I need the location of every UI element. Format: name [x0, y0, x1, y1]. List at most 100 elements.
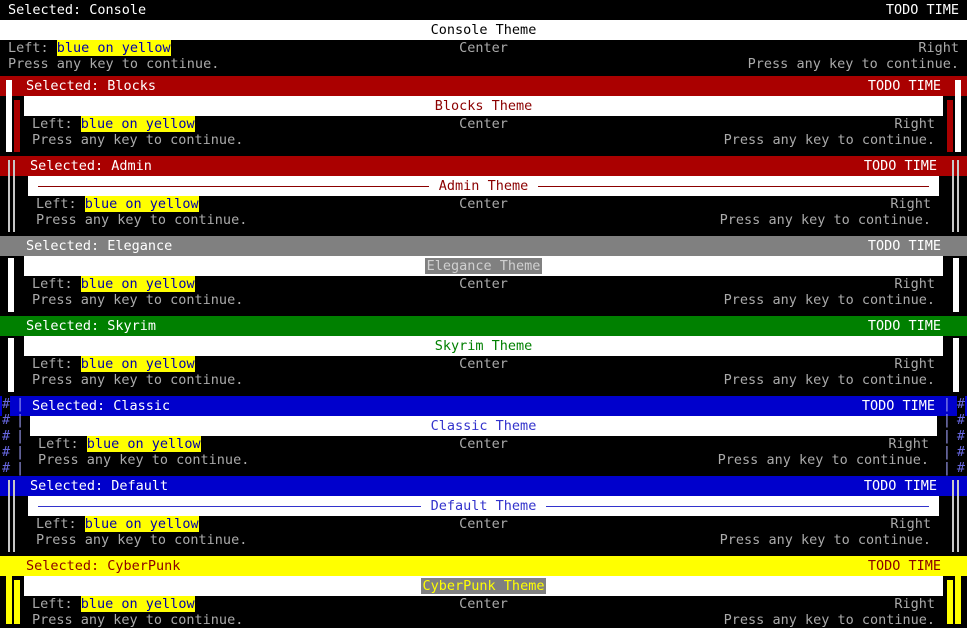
panel-body-console: Left: blue on yellow Center Right Press any…: [0, 40, 967, 76]
panel-border-left: [6, 80, 12, 152]
selected-theme-label: Selected: Admin: [30, 158, 152, 174]
panel-title-skyrim: Skyrim Theme: [432, 338, 535, 354]
panel-header-admin: Selected: Admin TODO TIME: [22, 156, 945, 176]
panel-border-right: [955, 560, 961, 624]
panel-row-labels: Left: blue on yellow Center Right: [8, 40, 959, 56]
panel-title-cyberpunk: CyberPunk Theme: [420, 578, 547, 594]
continue-left: Press any key to continue.: [36, 212, 248, 228]
title-rule-right: [538, 186, 929, 187]
label-right: Right: [918, 40, 959, 56]
panel-row-labels: Left: blue on yellow Center Right: [32, 116, 935, 132]
panel-border-right-2: [952, 160, 954, 232]
panel-header-classic: Selected: Classic TODO TIME: [24, 396, 943, 416]
panel-border-left: [8, 258, 14, 312]
theme-panel-blocks: Selected: Blocks TODO TIME Blocks Theme Lef…: [0, 76, 967, 156]
continue-left: Press any key to continue.: [32, 612, 244, 628]
label-center: Center: [459, 516, 508, 532]
continue-right: Press any key to continue.: [719, 532, 931, 548]
panel-title-default: Default Theme: [428, 498, 539, 514]
panel-title-line-cyberpunk: CyberPunk Theme: [24, 576, 943, 596]
panel-row-continue: Press any key to continue. Press any key …: [38, 452, 929, 468]
status-todo-time: TODO TIME: [861, 398, 935, 414]
panel-row-continue: Press any key to continue. Press any key …: [36, 532, 931, 548]
label-right: Right: [890, 516, 931, 532]
panel-title-classic: Classic Theme: [428, 418, 539, 434]
selected-theme-label: Selected: Elegance: [26, 238, 173, 254]
panel-border-left-inner: [14, 580, 20, 624]
theme-panel-elegance: Selected: Elegance TODO TIME Elegance Them…: [0, 236, 967, 316]
panel-body-cyberpunk: Left: blue on yellow Center Right Press any…: [24, 596, 943, 628]
panel-title-line-default: Default Theme: [28, 496, 939, 516]
panel-header-blocks: Selected: Blocks TODO TIME: [18, 76, 949, 96]
selected-theme-label: Selected: Classic: [32, 398, 171, 414]
panel-body-classic: Left: blue on yellow Center Right Press any…: [30, 436, 937, 476]
panel-title-line-skyrim: Skyrim Theme: [24, 336, 943, 356]
title-rule-left: [38, 186, 429, 187]
panel-body-elegance: Left: blue on yellow Center Right Press any…: [24, 276, 943, 316]
selected-theme-label: Selected: CyberPunk: [26, 558, 181, 574]
panel-row-continue: Press any key to continue. Press any key …: [32, 612, 935, 628]
panel-title-elegance: Elegance Theme: [424, 258, 543, 274]
panel-title-line-blocks: Blocks Theme: [24, 96, 943, 116]
panel-row-labels: Left: blue on yellow Center Right: [32, 276, 935, 292]
status-todo-time: TODO TIME: [863, 478, 937, 494]
label-center: Center: [459, 436, 508, 452]
terminal-screen: Selected: Console TODO TIME Console Theme L…: [0, 0, 967, 628]
continue-left: Press any key to continue.: [32, 372, 244, 388]
panel-border-left-1: [8, 480, 10, 552]
panel-gutter-right: # # # # #: [956, 396, 965, 476]
continue-right: Press any key to continue.: [717, 452, 929, 468]
theme-panel-admin: Selected: Admin TODO TIME Admin Theme Left:…: [0, 156, 967, 236]
panel-row-continue: Press any key to continue. Press any key …: [32, 372, 935, 388]
panel-row-labels: Left: blue on yellow Center Right: [36, 516, 931, 532]
panel-body-default: Left: blue on yellow Center Right Press any…: [28, 516, 939, 556]
continue-right: Press any key to continue.: [723, 292, 935, 308]
panel-row-continue: Press any key to continue. Press any key …: [32, 132, 935, 148]
panel-border-right-1: [957, 480, 959, 552]
theme-panel-classic: Selected: Classic TODO TIME Classic Theme #…: [0, 396, 967, 476]
continue-left: Press any key to continue.: [36, 532, 248, 548]
panel-border-left-inner: [14, 100, 20, 152]
continue-right: Press any key to continue.: [723, 132, 935, 148]
status-todo-time: TODO TIME: [863, 158, 937, 174]
panel-row-continue: Press any key to continue. Press any key …: [8, 56, 959, 72]
panel-border-left-2: [13, 160, 15, 232]
label-right: Right: [894, 116, 935, 132]
panel-row-continue: Press any key to continue. Press any key …: [32, 292, 935, 308]
label-right: Right: [894, 356, 935, 372]
panel-title-admin: Admin Theme: [436, 178, 531, 194]
status-todo-time: TODO TIME: [867, 238, 941, 254]
theme-panel-cyberpunk: Selected: CyberPunk TODO TIME CyberPunk Th…: [0, 556, 967, 628]
panel-header-skyrim: Selected: Skyrim TODO TIME: [18, 316, 949, 336]
continue-right: Press any key to continue.: [719, 212, 931, 228]
continue-left: Press any key to continue.: [38, 452, 250, 468]
selected-theme-label: Selected: Default: [30, 478, 169, 494]
continue-left: Press any key to continue.: [32, 292, 244, 308]
panel-border-left: [6, 560, 12, 624]
continue-right: Press any key to continue.: [747, 56, 959, 72]
continue-left: Press any key to continue.: [32, 132, 244, 148]
panel-pipe-right: | | | | |: [942, 396, 951, 476]
status-todo-time: TODO TIME: [867, 78, 941, 94]
panel-title-line-admin: Admin Theme: [28, 176, 939, 196]
panel-border-right-2: [952, 480, 954, 552]
status-todo-time: TODO TIME: [867, 558, 941, 574]
theme-panel-default: Selected: Default TODO TIME Default Theme L…: [0, 476, 967, 556]
label-center: Center: [459, 40, 508, 56]
panel-row-continue: Press any key to continue. Press any key …: [36, 212, 931, 228]
panel-title-line-console: Console Theme: [0, 20, 967, 40]
panel-title-blocks: Blocks Theme: [432, 98, 535, 114]
panel-title-console: Console Theme: [428, 22, 539, 38]
continue-right: Press any key to continue.: [723, 612, 935, 628]
panel-header-cyberpunk: Selected: CyberPunk TODO TIME: [18, 556, 949, 576]
panel-border-left: [8, 338, 14, 392]
selected-theme-label: Selected: Skyrim: [26, 318, 157, 334]
continue-left: Press any key to continue.: [8, 56, 220, 72]
panel-header-default: Selected: Default TODO TIME: [22, 476, 945, 496]
panel-row-labels: Left: blue on yellow Center Right: [38, 436, 929, 452]
status-todo-time: TODO TIME: [885, 2, 959, 18]
panel-body-admin: Left: blue on yellow Center Right Press any…: [28, 196, 939, 236]
label-right: Right: [894, 596, 935, 612]
panel-title-line-classic: Classic Theme: [30, 416, 937, 436]
selected-theme-label: Selected: Console: [8, 2, 147, 18]
